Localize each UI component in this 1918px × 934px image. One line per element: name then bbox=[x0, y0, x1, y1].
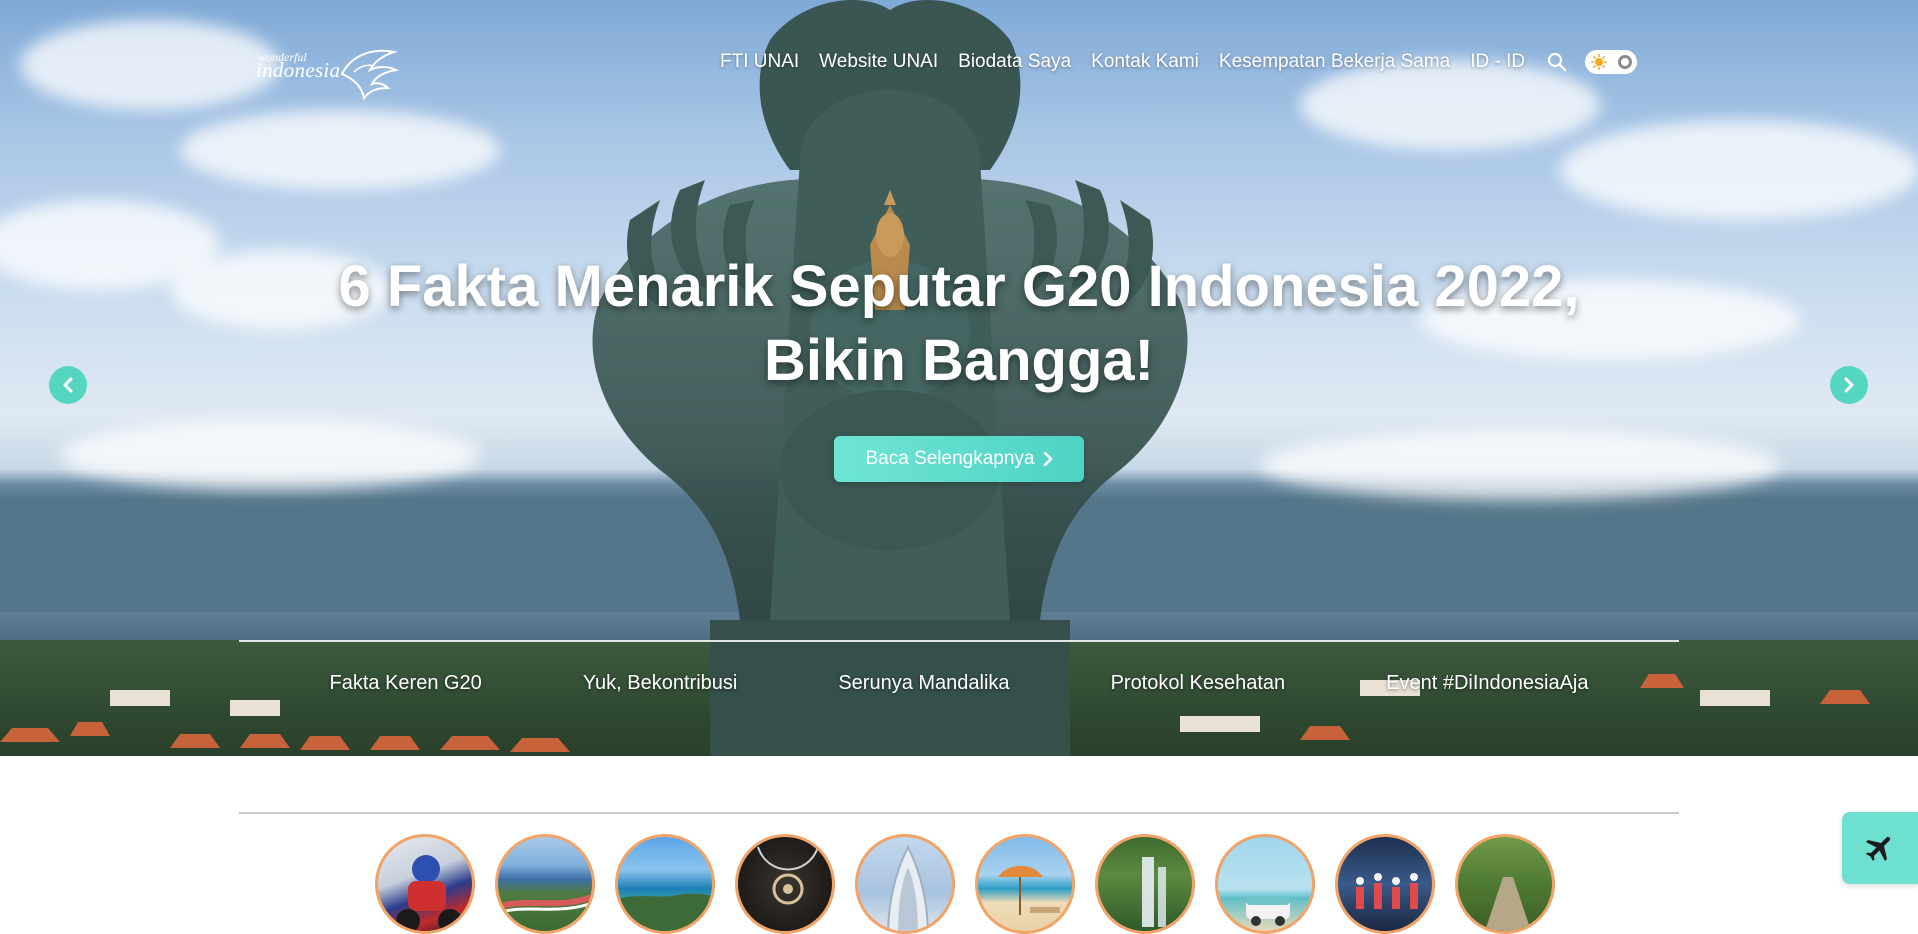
floating-flight-button[interactable] bbox=[1842, 812, 1918, 884]
garuda-bird-icon bbox=[340, 49, 400, 100]
chevron-left-icon bbox=[63, 377, 73, 393]
hero-headline: 6 Fakta Menarik Seputar G20 Indonesia 20… bbox=[338, 254, 1580, 393]
beach-umbrella-photo bbox=[998, 865, 1060, 915]
house bbox=[1700, 690, 1770, 706]
motorbike-racer-photo bbox=[396, 855, 462, 931]
slide-tab-serunya-mandalika[interactable]: Serunya Mandalika bbox=[838, 672, 1009, 695]
destination-racing-circuit[interactable] bbox=[495, 834, 595, 934]
language-selector[interactable]: ID - ID bbox=[1470, 51, 1525, 73]
slide-tab-event-diindonesiaaja[interactable]: Event #DiIndonesiaAja bbox=[1386, 672, 1588, 695]
destination-waterfall[interactable] bbox=[1095, 834, 1195, 934]
waterfall-photo bbox=[1142, 857, 1166, 927]
chevron-right-icon bbox=[1043, 452, 1052, 466]
chevron-right-icon bbox=[1844, 377, 1854, 393]
section-divider bbox=[239, 812, 1679, 814]
cloud bbox=[20, 20, 280, 110]
cloud bbox=[1560, 120, 1918, 220]
slide-tab-yuk-bekontribusi[interactable]: Yuk, Bekontribusi bbox=[583, 672, 738, 695]
read-more-label: Baca Selengkapnya bbox=[865, 448, 1035, 469]
camper-van-beach-photo bbox=[1246, 897, 1290, 926]
airplane-icon bbox=[1865, 836, 1891, 862]
nav-fti-unai[interactable]: FTI UNAI bbox=[720, 51, 799, 73]
beach-coast-photo bbox=[618, 893, 712, 931]
hero-slide-tabs: Fakta Keren G20 Yuk, Bekontribusi Seruny… bbox=[239, 672, 1679, 695]
cloud bbox=[60, 420, 480, 490]
read-more-button[interactable]: Baca Selengkapnya bbox=[834, 436, 1084, 482]
top-navigation: FTI UNAI Website UNAI Biodata Saya Konta… bbox=[720, 50, 1638, 74]
destination-beach-umbrella[interactable] bbox=[975, 834, 1075, 934]
search-icon[interactable] bbox=[1547, 52, 1567, 72]
carousel-next-button[interactable] bbox=[1830, 366, 1868, 404]
racing-circuit-photo bbox=[498, 893, 592, 915]
destination-camper-van-beach[interactable] bbox=[1215, 834, 1315, 934]
nav-biodata-saya[interactable]: Biodata Saya bbox=[958, 51, 1071, 73]
slide-tab-protokol-kesehatan[interactable]: Protokol Kesehatan bbox=[1111, 672, 1286, 695]
nav-kontak-kami[interactable]: Kontak Kami bbox=[1091, 51, 1199, 73]
house bbox=[230, 700, 280, 716]
destination-dancers-performance[interactable] bbox=[1335, 834, 1435, 934]
slide-tab-fakta-keren-g20[interactable]: Fakta Keren G20 bbox=[330, 672, 482, 695]
destination-pendant-necklace[interactable] bbox=[735, 834, 835, 934]
wonderful-indonesia-logo[interactable]: wonderful indonesia bbox=[256, 44, 401, 100]
sun-icon bbox=[1591, 54, 1608, 70]
toggle-knob bbox=[1618, 55, 1633, 69]
carousel-prev-button[interactable] bbox=[49, 366, 87, 404]
destination-motorbike-racer[interactable] bbox=[375, 834, 475, 934]
nav-website-unai[interactable]: Website UNAI bbox=[819, 51, 938, 73]
logo-large-text: indonesia bbox=[256, 58, 341, 82]
destination-carousel bbox=[375, 834, 1555, 934]
house bbox=[110, 690, 170, 706]
cloud bbox=[1260, 430, 1780, 500]
nav-kesempatan-bekerja-sama[interactable]: Kesempatan Bekerja Sama bbox=[1219, 51, 1450, 73]
hero-divider bbox=[239, 640, 1679, 642]
pendant-necklace-photo bbox=[757, 846, 819, 905]
destination-beach-coast[interactable] bbox=[615, 834, 715, 934]
forest-path-photo bbox=[1485, 877, 1531, 931]
destination-forest-path[interactable] bbox=[1455, 834, 1555, 934]
theme-toggle[interactable] bbox=[1585, 50, 1638, 74]
cloud bbox=[180, 110, 500, 190]
destination-church-building[interactable] bbox=[855, 834, 955, 934]
church-building-photo bbox=[887, 844, 929, 931]
dancers-performance-photo bbox=[1356, 873, 1418, 909]
